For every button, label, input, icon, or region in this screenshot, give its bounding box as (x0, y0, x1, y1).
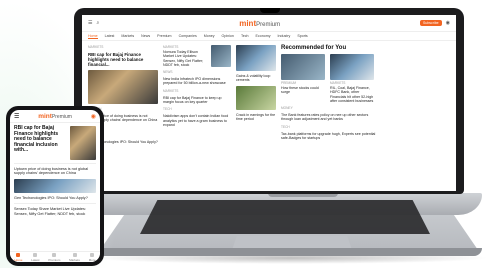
tab-item[interactable]: Markets (69, 252, 80, 262)
tab-label: Home (14, 257, 23, 262)
tab-icon (52, 252, 57, 257)
phone-screen: ☰ mintPremium ◉ RBI cap for Bajaj Financ… (10, 110, 100, 262)
phone-device: ☰ mintPremium ◉ RBI cap for Bajaj Financ… (6, 106, 104, 266)
list-item[interactable]: Nalolivism apps don't contain Indian foo… (163, 114, 231, 127)
search-icon[interactable]: ⌕ (96, 20, 99, 26)
tab-icon (90, 252, 95, 257)
laptop-keyboard (140, 200, 430, 234)
subscribe-button[interactable]: Subscribe (420, 20, 442, 26)
item-section: TECH (281, 124, 290, 129)
list-item[interactable]: Uptown price of doing business is not gl… (14, 167, 96, 176)
list-item[interactable]: Tax-bank platforms for upgrade hugh, Exp… (281, 132, 379, 141)
list-item[interactable]: RIL, Coal, Bajaj Finance, HDFC Bank, oth… (330, 86, 376, 103)
tab-label: Latest (31, 257, 40, 262)
tab-item[interactable]: Latest (31, 252, 40, 262)
tab-icon (72, 252, 77, 257)
nav-item[interactable]: Premium (157, 34, 171, 38)
lead-section-label: MARKETS (88, 45, 104, 49)
tab-icon (33, 252, 38, 257)
laptop-front-edge (96, 248, 482, 256)
list-item[interactable]: How these stocks could surge (281, 86, 327, 95)
nav-item[interactable]: Industry (278, 34, 291, 38)
divider (14, 163, 96, 164)
list-item[interactable]: Gains & volatility loop cements (236, 74, 276, 83)
second-column: MARKETS Nomura Today Ellison Market Live… (163, 45, 231, 151)
item-section: NEWS (163, 70, 173, 75)
third-column: Gains & volatility loop cements Crack in… (236, 45, 276, 151)
tab-icon (16, 252, 21, 257)
nav-item[interactable]: Money (204, 34, 215, 38)
site-header: ☰ ⌕ mintPremium Subscribe ◉ (82, 15, 456, 32)
recommended-title: Recommended for You (281, 45, 347, 51)
divider (14, 203, 96, 205)
laptop-screen: ☰ ⌕ mintPremium Subscribe ◉ Home Latest Ma… (82, 15, 456, 191)
list-item[interactable]: The Bank features rates policy on nee up… (281, 113, 379, 122)
thumbnail[interactable] (236, 85, 276, 110)
tab-label: Markets (69, 257, 80, 262)
lead-image[interactable] (70, 126, 96, 160)
item-section: MARKETS (163, 88, 179, 93)
nav-item[interactable]: Markets (121, 34, 134, 38)
top-nav: Home Latest Markets News Premium Companies Mon… (82, 32, 456, 41)
nav-item[interactable]: Companies (179, 34, 197, 38)
thumbnail[interactable] (281, 54, 325, 80)
user-icon[interactable]: ◉ (446, 20, 450, 26)
nav-item[interactable]: Opinion (222, 34, 234, 38)
tab-item[interactable]: More (88, 252, 96, 262)
item-section: MARKETS (330, 81, 346, 85)
nav-item[interactable]: Home (88, 34, 98, 39)
thumbnail[interactable] (236, 45, 276, 71)
laptop-lid: ☰ ⌕ mintPremium Subscribe ◉ Home Latest Ma… (74, 8, 464, 194)
menu-icon[interactable]: ☰ (88, 20, 92, 26)
list-item[interactable]: New India Infratech IPO dimensions prepa… (163, 77, 231, 86)
list-item[interactable]: Crack in earnings for the time period (236, 113, 276, 122)
main-content: MARKETS RBI cap for Bajaj Finance highli… (82, 41, 456, 155)
list-item[interactable]: RBI cap for Bajaj Finance to keep up mar… (163, 96, 231, 105)
nav-item[interactable]: Economy (256, 34, 271, 38)
thumbnail[interactable] (211, 45, 231, 67)
tab-label: Premium (48, 257, 61, 262)
nav-item[interactable]: Latest (105, 34, 115, 38)
list-item[interactable]: Gen Techonologies IPO: Should You Apply? (14, 196, 96, 200)
thumbnail[interactable] (14, 178, 96, 193)
menu-icon[interactable]: ☰ (14, 113, 19, 120)
phone-tab-bar: Home Latest Premium Markets More (10, 251, 100, 262)
nav-item[interactable]: News (141, 34, 150, 38)
recommended-section: Recommended for You PREMIUM How these st… (281, 45, 379, 151)
list-item[interactable]: Sensex Today Share Market Live Updates: … (14, 207, 96, 216)
laptop-camera-notch (260, 8, 280, 13)
phone-header: ☰ mintPremium ◉ (10, 110, 100, 123)
tab-item[interactable]: Premium (48, 252, 61, 262)
tab-item[interactable]: Home (14, 252, 23, 262)
thumbnail[interactable] (330, 54, 374, 80)
site-logo[interactable]: mintPremium (38, 113, 72, 120)
user-icon[interactable]: ◉ (91, 113, 96, 120)
item-section: TECH (163, 107, 172, 112)
item-section: MONEY (281, 106, 293, 111)
lead-image[interactable] (88, 70, 158, 104)
nav-item[interactable]: Sports (297, 34, 307, 38)
item-section: MARKETS (163, 45, 179, 49)
item-section: PREMIUM (281, 81, 297, 85)
lead-headline[interactable]: RBI cap for Bajaj Finance highlights nee… (88, 52, 158, 67)
site-logo[interactable]: mintPremium (239, 19, 280, 28)
nav-item[interactable]: Tech (241, 34, 249, 38)
tab-label: More (88, 257, 96, 262)
lead-headline[interactable]: RBI cap for Bajaj Finance highlights nee… (14, 125, 68, 160)
list-item[interactable]: Nomura Today Ellison Market Live Updates… (163, 50, 209, 67)
